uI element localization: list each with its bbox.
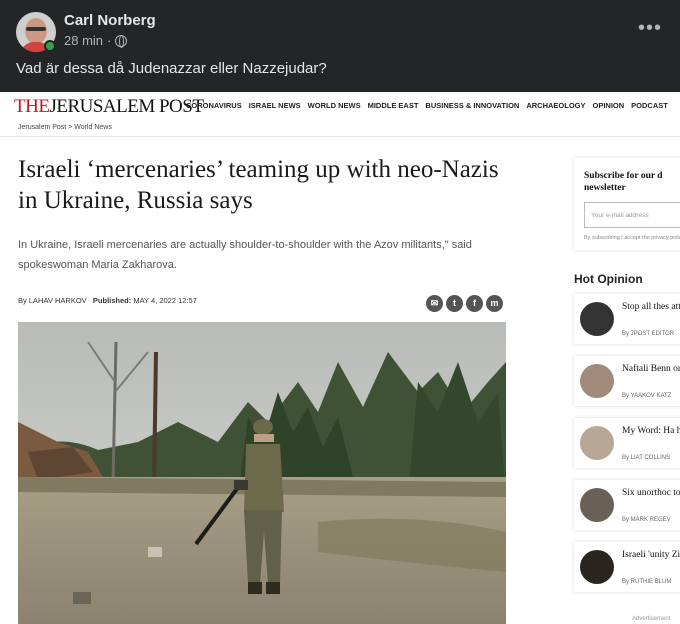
online-status-dot xyxy=(44,40,56,52)
opinion-card[interactable]: Israeli 'unity Zionism By RUTHIE BLUM xyxy=(574,542,680,592)
post-time[interactable]: 28 min xyxy=(64,33,103,48)
article-photo xyxy=(18,322,506,624)
opinion-author: By RUTHIE BLUM xyxy=(622,579,672,585)
opinion-thumbnail xyxy=(580,488,614,522)
nav-item: PODCAST xyxy=(631,101,668,110)
newsletter-title: Subscribe for our d newsletter xyxy=(584,171,663,193)
nav-item: MIDDLE EAST xyxy=(367,101,419,110)
more-icon[interactable]: ••• xyxy=(638,18,662,38)
opinion-author: By YAAKOV KATZ xyxy=(622,393,672,399)
email-icon: ✉ xyxy=(426,295,443,312)
hot-opinion-heading: Hot Opinion xyxy=(574,272,643,286)
nav-item: ISRAEL NEWS xyxy=(248,101,301,110)
nav-item: BUSINESS & INNOVATION xyxy=(425,101,520,110)
opinion-card[interactable]: Stop all thes attain Israel By JPOST EDI… xyxy=(574,294,680,344)
messenger-icon: m xyxy=(486,295,503,312)
opinion-thumbnail xyxy=(580,364,614,398)
opinion-author: By JPOST EDITOR xyxy=(622,331,675,337)
share-icons: ✉ t f m xyxy=(426,295,503,312)
opinion-author: By MARK REGEV xyxy=(622,517,671,523)
privacy-note: By subscribing I accept the privacy poli… xyxy=(584,235,680,241)
nav-item: CORONAVIRUS xyxy=(186,101,242,110)
post-text: Vad är dessa då Judenazzar eller Nazzeju… xyxy=(16,60,327,77)
opinion-title: My Word: Ha here xyxy=(622,426,680,436)
opinion-title: Stop all thes attain Israel xyxy=(622,302,680,312)
opinion-thumbnail xyxy=(580,302,614,336)
nav-item: ARCHAEOLOGY xyxy=(526,101,586,110)
advertisement-label: Advertisement xyxy=(632,616,671,622)
opinion-author: By LIAT COLLINS xyxy=(622,455,671,461)
opinion-card[interactable]: Six unorthoc to celebrate By MARK REGEV xyxy=(574,480,680,530)
opinion-thumbnail xyxy=(580,426,614,460)
opinion-card[interactable]: Naftali Benn on a Russia By YAAKOV KATZ xyxy=(574,356,680,406)
post-meta: 28 min · xyxy=(64,33,128,48)
article-byline: By LAHAV HARKOV Published: MAY 4, 2022 1… xyxy=(18,296,197,305)
article-summary: In Ukraine, Israeli mercenaries are actu… xyxy=(18,239,472,271)
site-header: THEJERUSALEM POST CORONAVIRUS ISRAEL NEW… xyxy=(0,92,680,118)
twitter-icon: t xyxy=(446,295,463,312)
nav-item: WORLD NEWS xyxy=(307,101,361,110)
shared-image[interactable]: THEJERUSALEM POST CORONAVIRUS ISRAEL NEW… xyxy=(0,92,680,624)
divider xyxy=(0,136,680,137)
post-author[interactable]: Carl Norberg xyxy=(64,12,156,29)
opinion-title: Naftali Benn on a Russia xyxy=(622,364,680,374)
breadcrumb: Jerusalem Post > World News xyxy=(18,124,112,131)
facebook-icon: f xyxy=(466,295,483,312)
opinion-card[interactable]: My Word: Ha here By LIAT COLLINS xyxy=(574,418,680,468)
site-nav: CORONAVIRUS ISRAEL NEWS WORLD NEWS MIDDL… xyxy=(186,101,668,110)
article-headline: Israeli ‘mercenaries’ teaming up with ne… xyxy=(18,156,499,214)
opinion-title: Israeli 'unity Zionism xyxy=(622,550,680,560)
meta-separator: · xyxy=(107,33,112,48)
email-field[interactable]: Your e-mail address xyxy=(584,202,680,228)
opinion-thumbnail xyxy=(580,550,614,584)
newsletter-box: Subscribe for our d newsletter Your e-ma… xyxy=(574,158,680,250)
post-header: Carl Norberg 28 min · ••• Vad är dessa d… xyxy=(0,0,680,92)
opinion-title: Six unorthoc to celebrate xyxy=(622,488,680,498)
globe-icon xyxy=(115,34,128,48)
nav-item: OPINION xyxy=(592,101,625,110)
site-logo: THEJERUSALEM POST xyxy=(14,96,204,117)
